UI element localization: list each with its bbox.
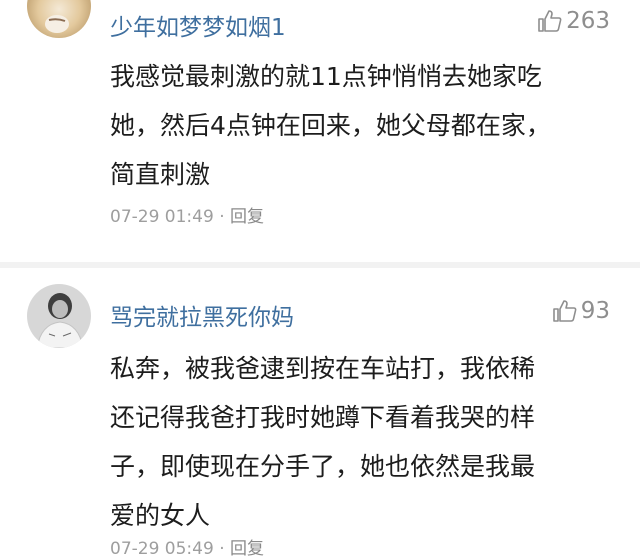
like-count: 93 [580,298,610,324]
comment-text: 我感觉最刺激的就11点钟悄悄去她家吃 她，然后4点钟在回来，她父母都在家， 简直… [110,52,620,199]
comment-line: 她，然后4点钟在回来，她父母都在家， [110,111,551,140]
thumbs-up-icon [538,10,562,32]
comment-text: 私奔，被我爸逮到按在车站打，我依稀 还记得我爸打我时她蹲下看着我哭的样 子，即使… [110,344,620,540]
meta-separator: · [219,539,225,559]
thumbs-up-icon [552,300,577,322]
username[interactable]: 骂完就拉黑死你妈 [110,298,294,332]
like-button[interactable]: 263 [537,8,610,34]
timestamp: 07-29 05:49 [110,539,214,559]
comment-item: 骂完就拉黑死你妈 93 私奔，被我爸逮到按在车站打，我依稀 还记得我爸打我时她蹲… [0,268,640,559]
user-avatar-icon [27,0,91,38]
avatar[interactable] [27,0,91,38]
reply-button[interactable]: 回复 [230,207,264,227]
comment-line: 私奔，被我爸逮到按在车站打，我依稀 [110,354,536,383]
comment-item: 少年如梦梦如烟1 263 我感觉最刺激的就11点钟悄悄去她家吃 她，然后4点钟在… [0,0,640,262]
comment-line: 还记得我爸打我时她蹲下看着我哭的样 [110,403,536,432]
reply-button[interactable]: 回复 [230,539,264,559]
like-count: 263 [566,8,610,34]
comment-line: 爱的女人 [110,501,211,530]
comment-line: 子，即使现在分手了，她也依然是我最 [110,452,536,481]
comment-line: 我感觉最刺激的就11点钟悄悄去她家吃 [110,62,542,91]
like-button[interactable]: 93 [552,298,610,324]
timestamp: 07-29 01:49 [110,207,214,227]
user-avatar-icon [27,284,91,348]
comment-meta: 07-29 01:49 · 回复 [110,202,264,227]
meta-separator: · [219,207,225,227]
avatar[interactable] [27,284,91,348]
username[interactable]: 少年如梦梦如烟1 [110,8,286,42]
comment-line: 简直刺激 [110,160,211,189]
